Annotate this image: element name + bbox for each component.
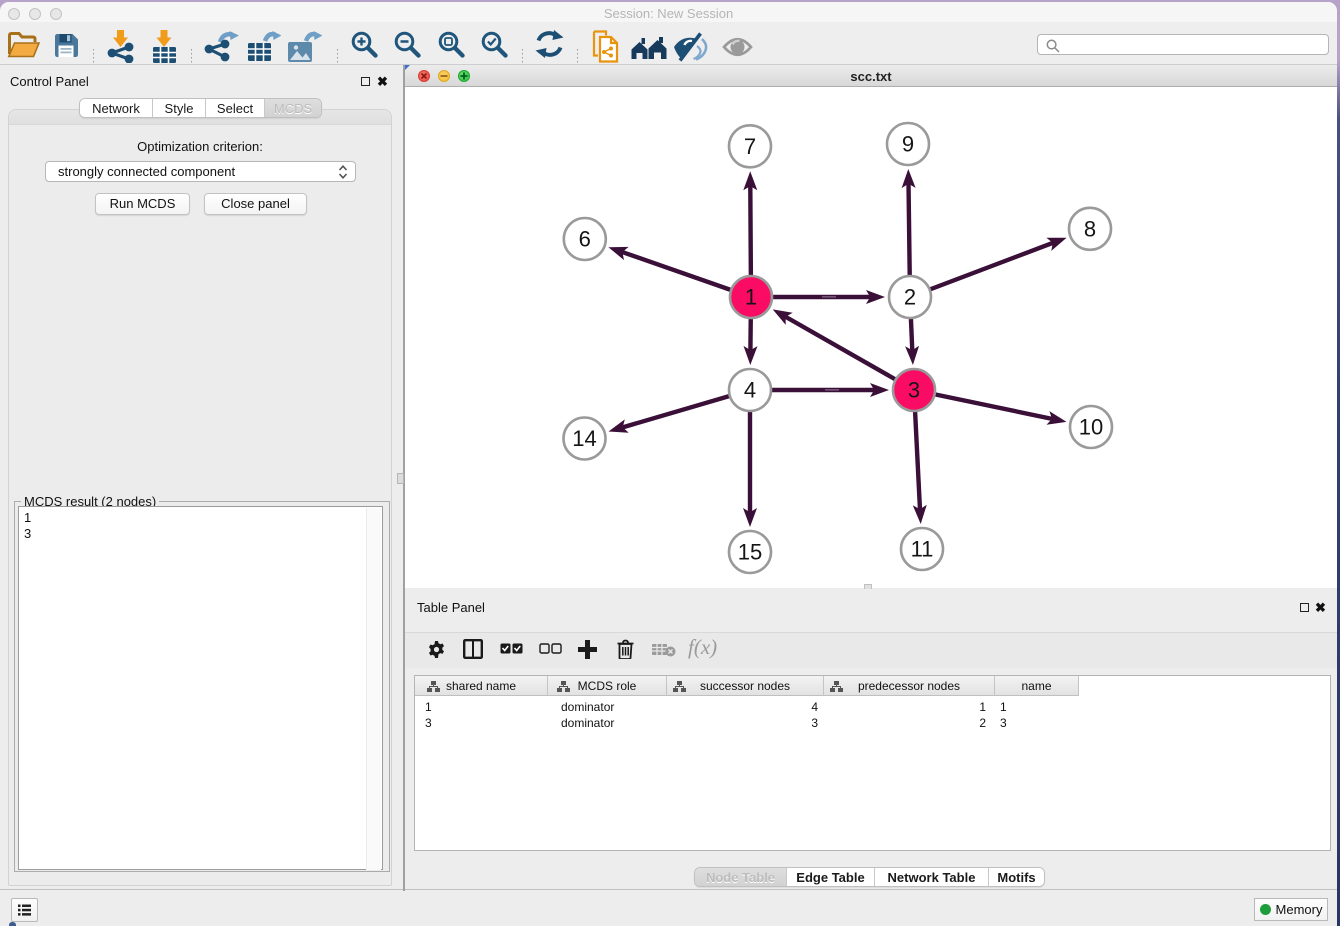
svg-text:2: 2: [904, 285, 916, 310]
svg-text:11: 11: [911, 537, 934, 562]
svg-text:10: 10: [1079, 415, 1103, 440]
svg-text:8: 8: [1084, 216, 1096, 241]
svg-text:14: 14: [572, 426, 596, 451]
svg-text:4: 4: [744, 378, 756, 403]
svg-text:9: 9: [902, 132, 914, 157]
svg-text:15: 15: [738, 540, 762, 565]
svg-text:6: 6: [579, 227, 591, 252]
svg-text:1: 1: [745, 285, 757, 310]
svg-text:3: 3: [908, 378, 920, 403]
svg-text:7: 7: [744, 134, 756, 159]
